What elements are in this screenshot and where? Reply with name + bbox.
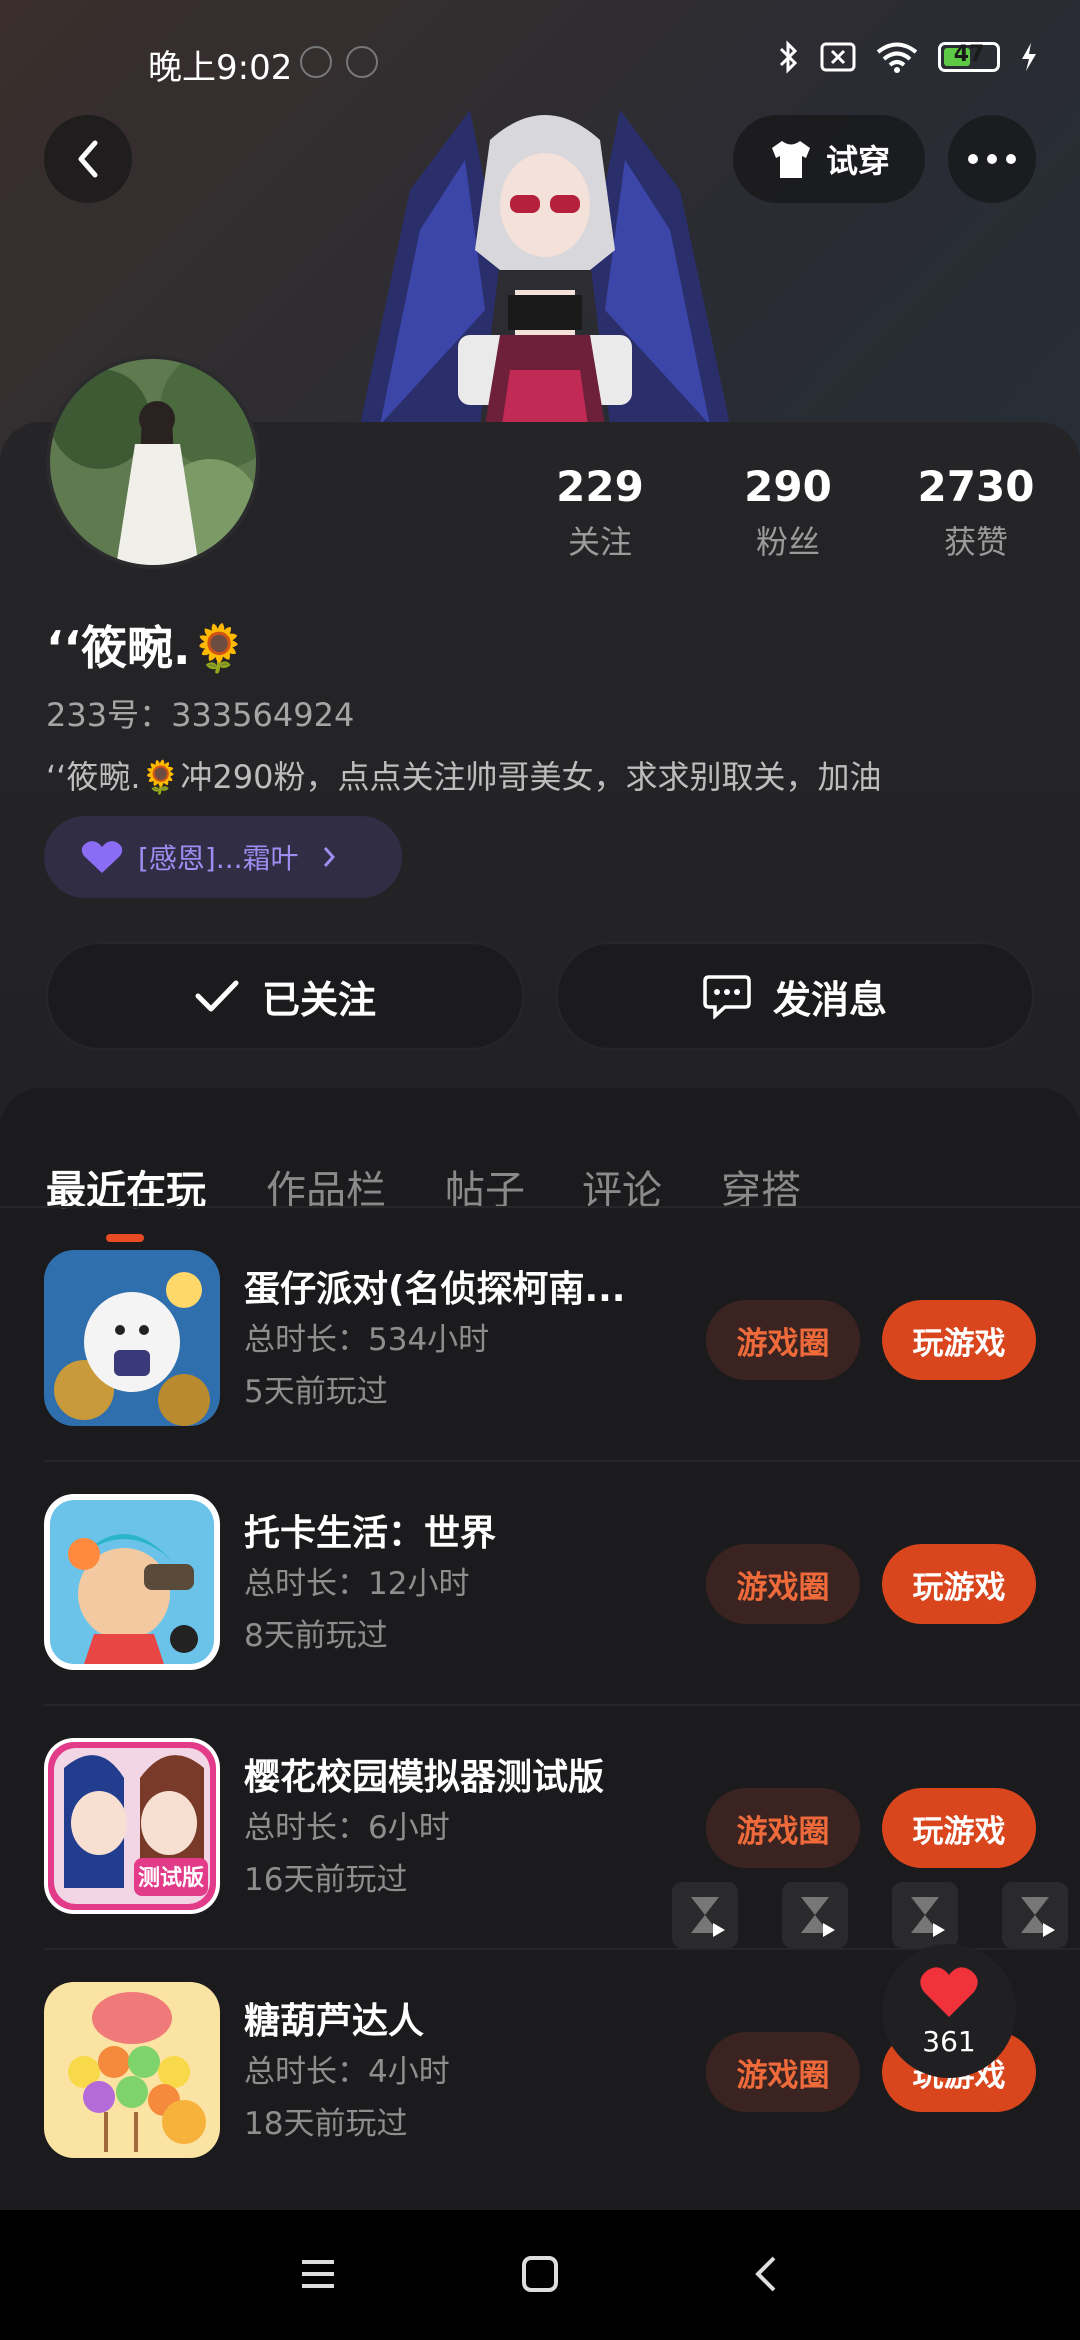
- game-last-played: 8天前玩过: [244, 1618, 388, 1654]
- play-game-button[interactable]: 玩游戏: [882, 1300, 1036, 1380]
- divider: [0, 1206, 1080, 1208]
- following-label: 已关注: [261, 977, 376, 1022]
- game-last-played: 5天前玩过: [244, 1374, 388, 1410]
- game-title: 蛋仔派对(名侦探柯南...: [244, 1269, 626, 1310]
- game-circle-button[interactable]: 游戏圈: [706, 1544, 860, 1624]
- game-last-played: 16天前玩过: [244, 1862, 408, 1898]
- game-circle-button[interactable]: 游戏圈: [706, 1788, 860, 1868]
- play-game-button[interactable]: 玩游戏: [882, 1788, 1036, 1868]
- stat-label: 关注: [567, 523, 632, 561]
- avatar[interactable]: [46, 355, 260, 569]
- hourglass-play-icon[interactable]: [782, 1882, 848, 1948]
- list-item[interactable]: 托卡生活：世界 总时长：12小时 8天前玩过 游戏圈 玩游戏: [0, 1462, 1080, 1706]
- hourglass-play-icon[interactable]: [1002, 1882, 1068, 1948]
- battery-icon: 47: [938, 42, 1000, 72]
- hourglass-play-icon[interactable]: [892, 1882, 958, 1948]
- stat-value: 229: [556, 462, 644, 511]
- home-square-icon[interactable]: [518, 2252, 562, 2296]
- nickname: ‘‘筱畹.🌻: [46, 621, 248, 675]
- svg-text:测试版: 测试版: [138, 1866, 204, 1891]
- stat-label: 粉丝: [755, 523, 820, 561]
- game-icon: [44, 1494, 220, 1670]
- following-button[interactable]: 已关注: [46, 942, 524, 1050]
- like-count: 361: [922, 2024, 976, 2058]
- chevron-right-icon: [323, 847, 335, 867]
- stat-label: 获赞: [943, 523, 1008, 561]
- chat-bubble-icon: [703, 975, 751, 1019]
- hourglass-play-icon[interactable]: [672, 1882, 738, 1948]
- stat-value: 2730: [917, 462, 1035, 511]
- user-id: 233号：333564924: [46, 696, 355, 734]
- more-button[interactable]: [948, 115, 1036, 203]
- bluetooth-icon: [779, 40, 798, 74]
- badge-chip-label: [感恩]...霜叶: [138, 842, 299, 875]
- back-button[interactable]: [44, 115, 132, 203]
- stat-following[interactable]: 229 关注: [500, 462, 700, 563]
- bio: ‘‘筱畹.🌻冲290粉，点点关注帅哥美女，求求别取关，加油: [46, 758, 882, 796]
- message-label: 发消息: [772, 977, 887, 1022]
- notification-icon: [300, 46, 332, 78]
- game-icon: [44, 1982, 220, 2158]
- game-last-played: 18天前玩过: [244, 2106, 408, 2142]
- list-item[interactable]: 蛋仔派对(名侦探柯南... 总时长：534小时 5天前玩过 游戏圈 玩游戏: [0, 1218, 1080, 1462]
- menu-icon[interactable]: [296, 2252, 340, 2296]
- wifi-icon: [876, 42, 918, 73]
- status-time: 晚上9:02: [148, 48, 293, 88]
- game-circle-button[interactable]: 游戏圈: [706, 1300, 860, 1380]
- system-nav-bar: [0, 2210, 1080, 2340]
- heart-icon: [81, 841, 123, 873]
- game-duration: 总时长：6小时: [244, 1810, 450, 1846]
- badge-chip[interactable]: [感恩]...霜叶: [44, 816, 402, 898]
- back-chevron-icon[interactable]: [746, 2252, 790, 2296]
- game-duration: 总时长：12小时: [244, 1566, 470, 1602]
- stat-value: 290: [744, 462, 832, 511]
- game-icon: 测试版: [44, 1738, 220, 1914]
- message-button[interactable]: 发消息: [556, 942, 1034, 1050]
- heart-icon: [920, 1966, 978, 2017]
- back-arrow-icon: [78, 140, 98, 178]
- game-title: 樱花校园模拟器测试版: [244, 1757, 605, 1798]
- tab-bar: 最近在玩 作品栏 帖子 评论 穿搭: [0, 1122, 1080, 1242]
- character-avatar-image: [360, 110, 730, 425]
- game-circle-button[interactable]: 游戏圈: [706, 2032, 860, 2112]
- floating-like-button[interactable]: 361: [882, 1944, 1016, 2078]
- try-on-label: 试穿: [825, 142, 890, 180]
- try-on-button[interactable]: 试穿: [733, 115, 925, 203]
- stat-likes[interactable]: 2730 获赞: [876, 462, 1076, 563]
- battery-level: 47: [953, 42, 985, 67]
- stat-followers[interactable]: 290 粉丝: [688, 462, 888, 563]
- game-duration: 总时长：4小时: [244, 2054, 450, 2090]
- game-icon: [44, 1250, 220, 1426]
- game-title: 托卡生活：世界: [244, 1513, 497, 1554]
- notification-icon: [346, 46, 378, 78]
- game-title: 糖葫芦达人: [244, 2001, 425, 2042]
- tshirt-icon: [771, 141, 810, 178]
- sim-off-icon: [820, 42, 856, 72]
- play-game-button[interactable]: 玩游戏: [882, 1544, 1036, 1624]
- check-icon: [195, 980, 239, 1012]
- more-dots-icon: [968, 154, 1016, 164]
- avatar-photo: [50, 359, 256, 565]
- game-duration: 总时长：534小时: [244, 1322, 490, 1358]
- charging-icon: [1022, 43, 1036, 71]
